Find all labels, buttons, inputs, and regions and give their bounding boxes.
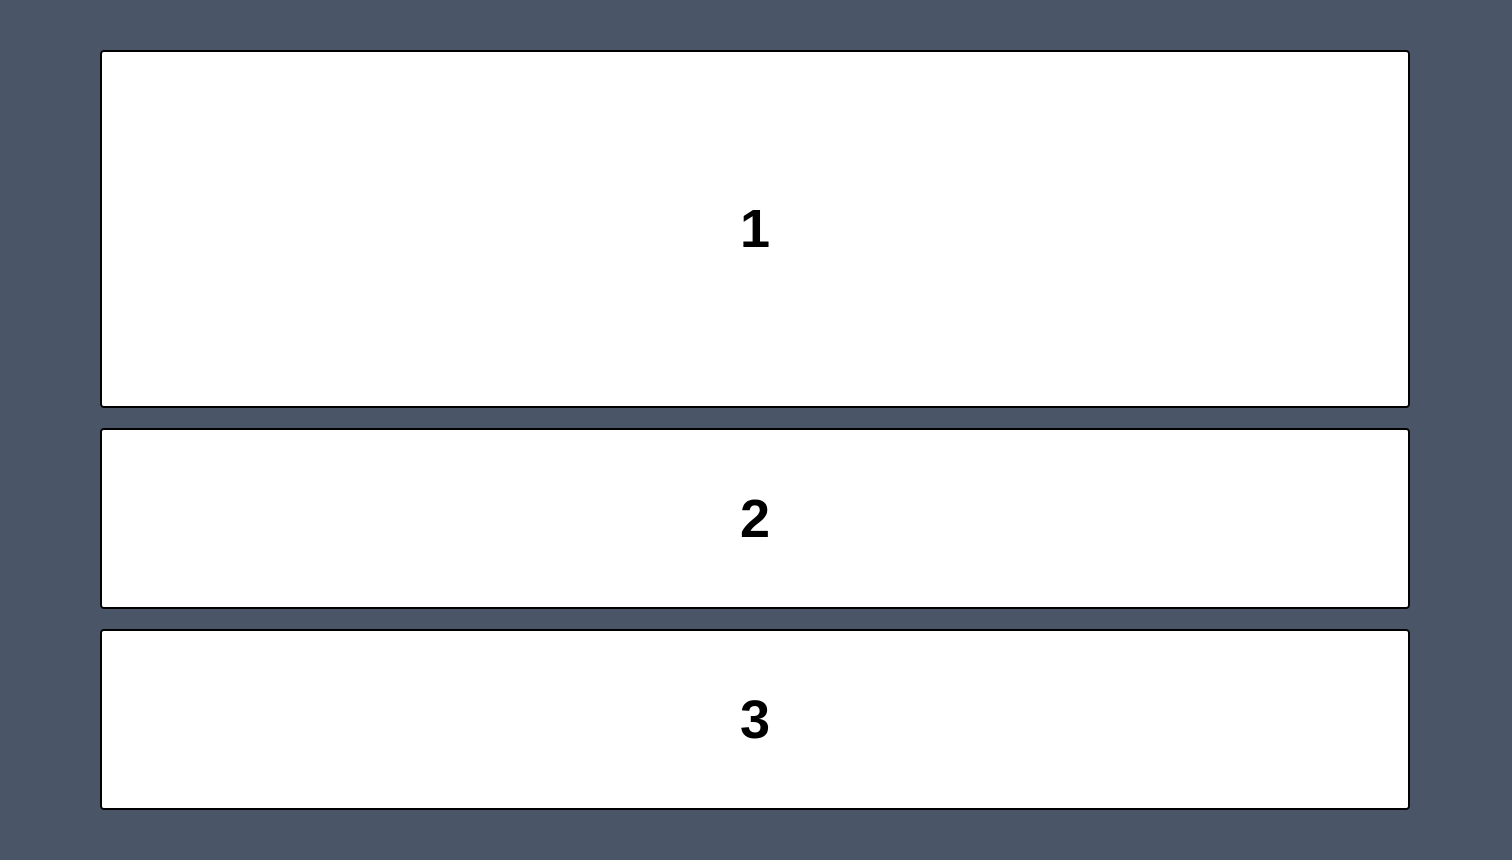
panel-1: 1 xyxy=(100,50,1410,408)
panel-3: 3 xyxy=(100,629,1410,810)
panel-2: 2 xyxy=(100,428,1410,609)
panel-2-label: 2 xyxy=(739,488,771,549)
panel-3-label: 3 xyxy=(739,689,771,750)
panel-1-label: 1 xyxy=(739,199,771,259)
